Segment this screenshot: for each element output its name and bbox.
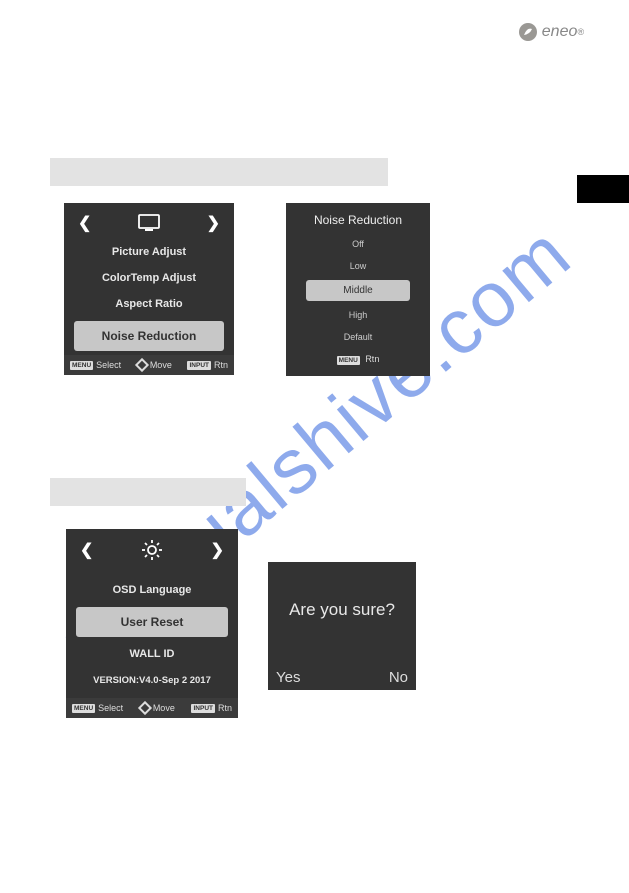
footer-rtn: Rtn [214,360,228,370]
footer-move: Move [150,360,172,370]
brand-logo: eneo® [518,22,584,42]
left-arrow-icon[interactable]: ❮ [78,213,91,233]
menu-item-wall-id[interactable]: WALL ID [66,641,238,667]
footer-select: Select [96,360,121,370]
panel-footer: MENU Select Move INPUT Rtn [66,698,238,718]
picture-menu-panel: ❮ ❯ Picture Adjust ColorTemp Adjust Aspe… [64,203,234,375]
right-arrow-icon[interactable]: ❯ [207,213,220,233]
nr-opt-off[interactable]: Off [286,233,430,255]
move-icon [135,358,149,372]
panel-header: ❮ ❯ [66,529,238,567]
input-tag: INPUT [191,704,215,713]
leaf-icon [518,22,538,42]
side-tab [577,175,629,203]
noise-reduction-title: Noise Reduction [286,203,430,233]
nr-rtn-row: MENU Rtn [286,348,430,372]
nr-rtn: Rtn [365,354,379,364]
input-tag: INPUT [187,361,211,370]
menu-tag: MENU [337,356,360,365]
section-header-2 [50,478,246,506]
menu-tag: MENU [72,704,95,713]
left-arrow-icon[interactable]: ❮ [80,540,93,560]
menu-tag: MENU [70,361,93,370]
menu-item-aspect-ratio[interactable]: Aspect Ratio [64,291,234,317]
menu-item-colortemp-adjust[interactable]: ColorTemp Adjust [64,265,234,291]
menu-item-noise-reduction[interactable]: Noise Reduction [74,321,224,351]
panel-footer: MENU Select Move INPUT Rtn [64,355,234,375]
gear-icon [141,539,163,561]
menu-item-user-reset[interactable]: User Reset [76,607,228,637]
footer-rtn: Rtn [218,703,232,713]
nr-opt-low[interactable]: Low [286,255,430,277]
noise-reduction-panel: Noise Reduction Off Low Middle High Defa… [286,203,430,376]
setup-menu-panel: ❮ ❯ OSD Language User Reset WALL ID VERS… [66,529,238,718]
footer-move: Move [153,703,175,713]
confirm-no[interactable]: No [389,669,408,686]
menu-item-picture-adjust[interactable]: Picture Adjust [64,239,234,265]
menu-item-osd-language[interactable]: OSD Language [66,577,238,603]
section-header-1 [50,158,388,186]
nr-opt-high[interactable]: High [286,304,430,326]
right-arrow-icon[interactable]: ❯ [211,540,224,560]
confirm-yes[interactable]: Yes [276,669,300,686]
brand-text: eneo [542,23,578,41]
panel-header: ❮ ❯ [64,203,234,239]
nr-opt-default[interactable]: Default [286,326,430,348]
footer-select: Select [98,703,123,713]
move-icon [138,701,152,715]
monitor-icon [138,214,160,232]
confirm-question: Are you sure? [268,562,416,620]
confirm-dialog: Are you sure? Yes No [268,562,416,690]
menu-item-version: VERSION:V4.0-Sep 2 2017 [66,667,238,698]
nr-opt-middle[interactable]: Middle [306,280,410,301]
